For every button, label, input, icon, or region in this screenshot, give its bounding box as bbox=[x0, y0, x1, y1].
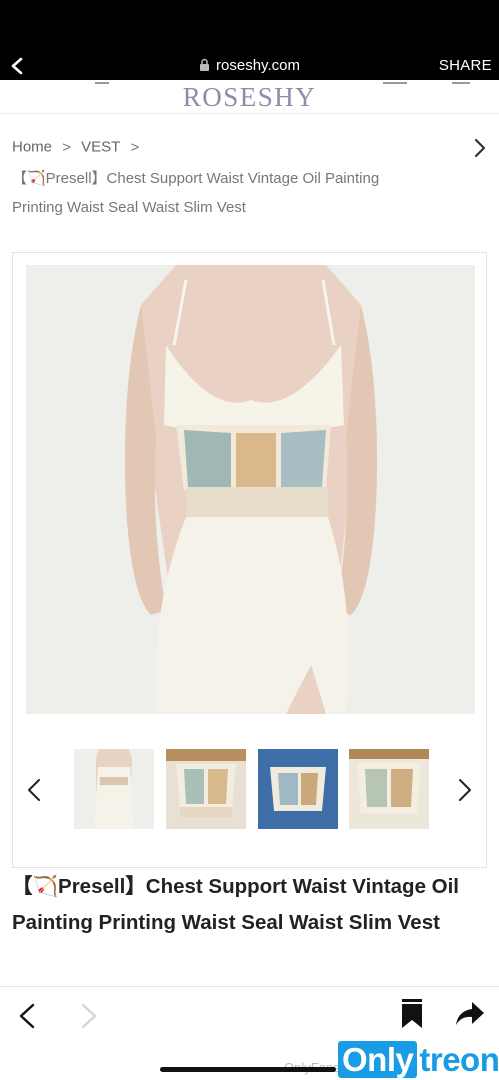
lock-icon bbox=[200, 58, 210, 71]
site-header: ROSESHY bbox=[0, 80, 499, 114]
bookmark-icon[interactable] bbox=[401, 999, 423, 1029]
watermark-logo-part2: treon bbox=[417, 1041, 499, 1078]
gallery-thumbnail[interactable] bbox=[349, 749, 429, 829]
product-main-image[interactable] bbox=[26, 265, 475, 714]
home-indicator[interactable] bbox=[160, 1067, 336, 1072]
thumbnail-corset-side-icon bbox=[349, 749, 429, 829]
breadcrumb-separator: > bbox=[130, 138, 140, 156]
breadcrumb: Home > VEST > bbox=[12, 138, 145, 156]
watermark-logo-part1: Only bbox=[338, 1041, 418, 1078]
nav-forward-icon[interactable] bbox=[80, 1003, 98, 1029]
gallery-prev-icon[interactable] bbox=[27, 778, 41, 802]
share-arrow-icon[interactable] bbox=[455, 1001, 485, 1027]
breadcrumb-current: 【🏹Presell】Chest Support Waist Vintage Oi… bbox=[12, 170, 380, 216]
thumbnail-corset-front-icon bbox=[166, 749, 246, 829]
thumbnail-corset-on-denim-icon bbox=[258, 749, 338, 829]
gallery-thumbnail[interactable] bbox=[166, 749, 246, 829]
url-text: roseshy.com bbox=[216, 57, 300, 74]
browser-top-bar: roseshy.com SHARE bbox=[0, 0, 499, 80]
thumbnail-dress-front-icon bbox=[74, 749, 154, 829]
breadcrumb-category[interactable]: VEST bbox=[81, 139, 120, 156]
watermark-logo: Only treon bbox=[338, 1041, 499, 1080]
breadcrumb-separator: > bbox=[62, 138, 71, 156]
gallery-thumbnail[interactable] bbox=[74, 749, 154, 829]
product-title: 【🏹Presell】Chest Support Waist Vintage Oi… bbox=[12, 875, 459, 934]
site-logo[interactable]: ROSESHY bbox=[0, 82, 499, 113]
chevron-right-icon[interactable] bbox=[473, 138, 487, 158]
gallery-next-icon[interactable] bbox=[458, 778, 472, 802]
browser-bottom-toolbar: OnlyFans Onlytreon bbox=[0, 986, 499, 1080]
gallery-thumbnail[interactable] bbox=[258, 749, 338, 829]
url-display[interactable]: roseshy.com bbox=[0, 57, 499, 74]
product-gallery bbox=[12, 252, 487, 868]
dress-photo-illustration bbox=[26, 265, 475, 714]
share-button[interactable]: SHARE bbox=[439, 57, 492, 74]
breadcrumb-home[interactable]: Home bbox=[12, 139, 52, 156]
nav-back-icon[interactable] bbox=[18, 1003, 36, 1029]
